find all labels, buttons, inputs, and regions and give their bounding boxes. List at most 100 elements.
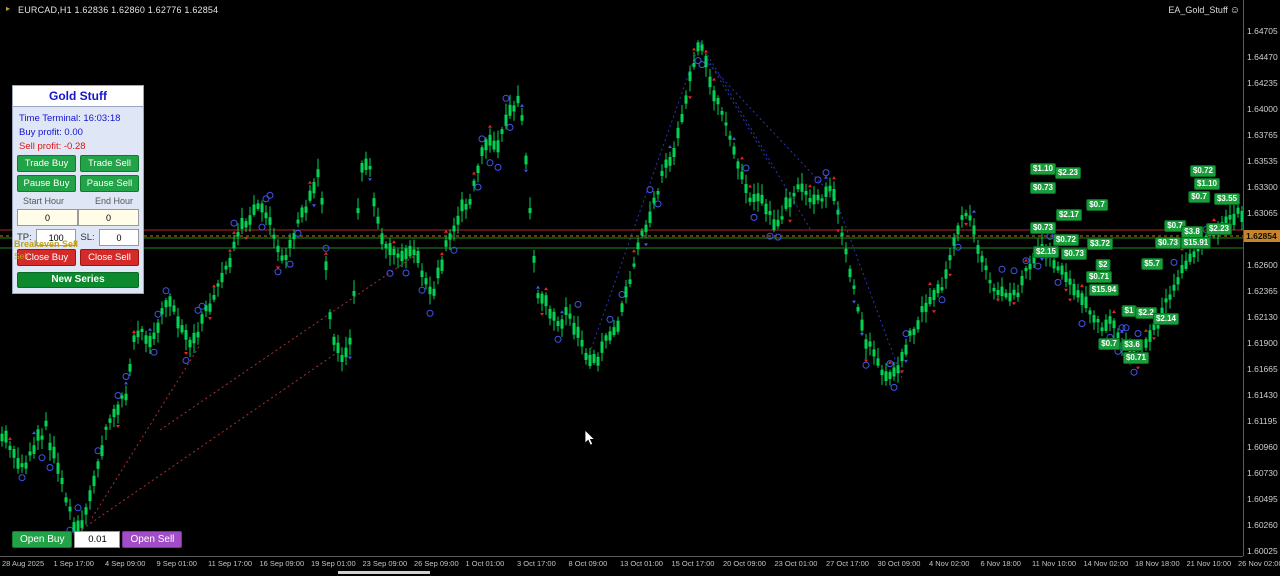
close-sell-button[interactable]: Close Sell [80,249,139,266]
sell-profit-label: Sell profit: -0.28 [19,141,86,152]
profit-badge: $5.7 [1141,258,1163,270]
time-axis-label: 6 Nov 18:00 [980,559,1021,568]
ea-name-text: EA_Gold_Stuff [1168,5,1228,15]
trade-sell-button[interactable]: Trade Sell [80,155,139,172]
profit-badge: $0.73 [1154,237,1182,249]
start-hour-input[interactable] [17,209,78,226]
price-axis-label: 1.63765 [1247,130,1278,140]
sell-line-label: Sell [14,251,29,261]
profit-badge: $0.72 [1189,165,1217,177]
price-axis-label: 1.60730 [1247,468,1278,478]
current-price-badge: 1.62854 [1244,230,1280,242]
panel-body: Time Terminal: 16:03:18 Buy profit: 0.00… [12,106,144,294]
price-axis-label: 1.60495 [1247,494,1278,504]
time-axis-label: 16 Sep 09:00 [259,559,305,568]
profit-badge: $0.73 [1029,182,1057,194]
end-hour-input[interactable] [78,209,139,226]
chart-marker-icon: ▸ [6,4,11,13]
time-axis-label: 23 Oct 01:00 [774,559,818,568]
profit-badge: $0.7 [1098,338,1120,350]
end-hour-label: End Hour [94,196,133,206]
time-axis-label: 1 Sep 17:00 [53,559,94,568]
price-axis-label: 1.61430 [1247,390,1278,400]
price-axis-label: 1.62600 [1247,260,1278,270]
lot-size-input[interactable] [74,531,121,548]
candles [0,40,1243,546]
time-axis-label: 23 Sep 09:00 [362,559,408,568]
profit-badge: $3.72 [1086,238,1114,250]
profit-badge: $3.6 [1121,339,1143,351]
time-axis-label: 1 Oct 01:00 [465,559,505,568]
profit-badge: $0.72 [1052,234,1080,246]
sl-label: SL: [80,232,95,243]
profit-badge: $0.73 [1060,248,1088,260]
pause-buy-button[interactable]: Pause Buy [17,175,76,192]
start-hour-label: Start Hour [23,196,65,206]
price-axis-label: 1.64235 [1247,78,1278,88]
profit-badge: $1.10 [1029,163,1057,175]
open-sell-button[interactable]: Open Sell [122,531,183,548]
price-axis-label: 1.61900 [1247,338,1278,348]
price-axis-label: 1.64000 [1247,104,1278,114]
time-axis-label: 27 Oct 17:00 [826,559,869,568]
price-axis-label: 1.64705 [1247,26,1278,36]
new-series-button[interactable]: New Series [17,271,139,288]
time-axis-label: 4 Sep 09:00 [105,559,146,568]
time-axis[interactable]: 28 Aug 2025 1 Sep 17:00 4 Sep 09:00 9 Sep 0… [0,556,1280,571]
time-axis-label: 3 Oct 17:00 [517,559,556,568]
profit-badge: $2.15 [1032,246,1060,258]
profit-badge: $2.23 [1205,223,1233,235]
trade-buy-button[interactable]: Trade Buy [17,155,76,172]
profit-badge: $2.17 [1055,209,1083,221]
price-axis-label: 1.63300 [1247,182,1278,192]
profit-badge: $15.94 [1088,284,1120,296]
time-axis-label: 26 Nov 02:00 [1238,559,1280,568]
chart-symbol-title: EURCAD,H1 1.62836 1.62860 1.62776 1.6285… [18,5,219,15]
time-axis-label: 11 Nov 10:00 [1032,559,1077,568]
sl-input[interactable] [98,229,139,246]
pause-sell-button[interactable]: Pause Sell [80,175,139,192]
profit-badge: $1 [1121,305,1137,317]
time-axis-label: 8 Oct 09:00 [568,559,608,568]
time-axis-label: 30 Oct 09:00 [877,559,921,568]
price-axis[interactable]: 1.64705 1.64470 1.64235 1.64000 1.63765 1.635… [1243,0,1280,556]
ea-smiley-icon[interactable]: ☺ [1230,5,1240,16]
time-axis-label: 19 Sep 01:00 [311,559,356,568]
time-axis-label: 26 Sep 09:00 [414,559,459,568]
profit-badge: $3.55 [1213,193,1241,205]
candlestick-chart[interactable] [0,0,1243,556]
mt4-chart-window: ▸ EURCAD,H1 1.62836 1.62860 1.62776 1.62… [0,0,1280,576]
profit-badge: $15.91 [1180,237,1212,249]
price-axis-label: 1.63065 [1247,208,1278,218]
price-axis-label: 1.61195 [1247,416,1278,426]
price-axis-label: 1.60025 [1247,546,1278,556]
profit-badge: $0.7 [1086,199,1108,211]
horizontal-scrollbar[interactable] [338,571,430,574]
price-axis-label: 1.64470 [1247,52,1278,62]
open-buy-button[interactable]: Open Buy [12,531,73,548]
price-axis-label: 1.63535 [1247,156,1278,166]
mouse-cursor [584,430,596,446]
time-axis-label: 28 Aug 2025 [2,559,45,568]
profit-badge: $2 [1095,259,1111,271]
time-axis-label: 13 Oct 01:00 [620,559,663,568]
profit-badge: $2.14 [1152,313,1180,325]
ea-name-label: EA_Gold_Stuff ☺ [1168,5,1240,16]
price-axis-label: 1.60960 [1247,442,1278,452]
order-bar: Open Buy Open Sell [12,531,183,548]
panel-title[interactable]: Gold Stuff [12,85,144,106]
time-axis-label: 4 Nov 02:00 [929,559,970,568]
profit-badge: $0.73 [1029,222,1057,234]
price-axis-label: 1.60260 [1247,520,1278,530]
profit-badge: $0.71 [1085,271,1113,283]
time-axis-label: 15 Oct 17:00 [671,559,715,568]
time-axis-label: 21 Nov 10:00 [1186,559,1232,568]
price-axis-label: 1.62130 [1247,312,1278,322]
breakeven-sell-label: Breakeven Sell [14,239,79,249]
profit-badge: $0.71 [1122,352,1150,364]
gold-stuff-panel: Gold Stuff Time Terminal: 16:03:18 Buy p… [12,85,144,294]
time-axis-label: 20 Oct 09:00 [723,559,766,568]
profit-badge: $0.7 [1188,191,1210,203]
time-axis-label: 9 Sep 01:00 [156,559,197,568]
time-axis-label: 18 Nov 18:00 [1135,559,1180,568]
